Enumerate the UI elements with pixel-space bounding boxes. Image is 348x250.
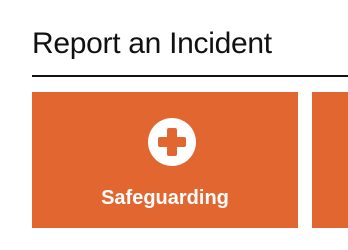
title-divider — [32, 75, 348, 77]
tile-label: Safeguarding — [101, 187, 229, 209]
medical-cross-icon — [148, 118, 196, 166]
tile-safeguarding[interactable]: Safeguarding — [32, 92, 298, 228]
page-title: Report an Incident — [32, 27, 272, 60]
tile-next-partial[interactable] — [312, 92, 348, 228]
page: Report an Incident Safeguarding — [0, 0, 348, 250]
